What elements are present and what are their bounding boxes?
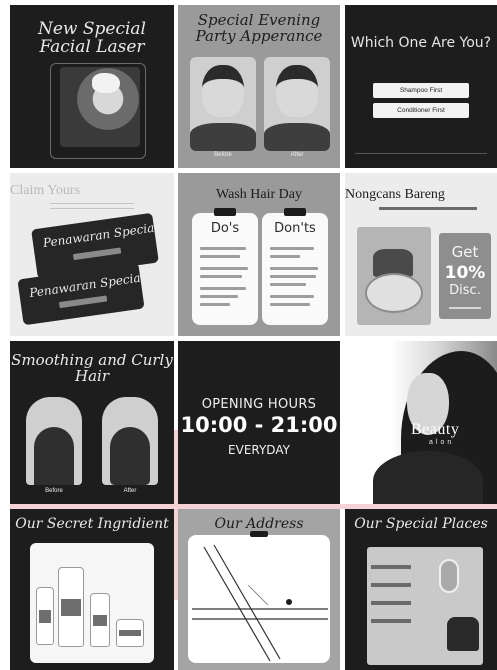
hours-label: OPENING HOURS bbox=[201, 397, 317, 412]
text-line bbox=[200, 275, 242, 278]
discount-get: Get bbox=[451, 243, 479, 261]
post-title: Our Address bbox=[214, 516, 304, 532]
card-clip bbox=[250, 531, 268, 537]
discount-label: Disc. bbox=[449, 283, 481, 298]
discount-percent: 10% bbox=[444, 263, 486, 283]
before-caption: Before bbox=[214, 152, 232, 158]
voucher-button bbox=[72, 247, 122, 261]
location-pin-icon bbox=[286, 599, 292, 605]
fine-print bbox=[449, 307, 481, 309]
before-caption: Before bbox=[45, 488, 63, 494]
donts-card: Don'ts bbox=[262, 208, 328, 325]
post-claim-yours[interactable]: Claim Yours Penawaran Special Penawaran … bbox=[10, 173, 174, 336]
post-title: Claim Yours bbox=[10, 183, 81, 198]
text-line bbox=[270, 255, 300, 258]
text-line bbox=[270, 267, 318, 270]
shelf bbox=[371, 583, 411, 587]
hair-shape bbox=[110, 427, 150, 485]
text-line bbox=[200, 295, 238, 298]
post-brand-portrait[interactable]: Beauty alon bbox=[345, 341, 497, 504]
post-title: Our Secret Ingridient bbox=[15, 516, 169, 532]
subtitle-lines bbox=[50, 203, 134, 209]
text-line bbox=[200, 247, 246, 250]
brand-logo: Beauty bbox=[411, 421, 460, 438]
map-roads bbox=[192, 544, 328, 662]
donts-heading: Don'ts bbox=[274, 221, 316, 236]
post-title: New Special Facial Laser bbox=[37, 19, 146, 57]
card-clip bbox=[284, 208, 306, 216]
text-line bbox=[270, 303, 310, 306]
voucher-button bbox=[58, 295, 108, 309]
portrait-body bbox=[373, 451, 483, 504]
spray-bottle-icon bbox=[36, 587, 54, 645]
text-line bbox=[200, 267, 248, 270]
pump-bottle-icon bbox=[58, 567, 84, 647]
post-facial-laser[interactable]: New Special Facial Laser bbox=[10, 5, 174, 168]
text-line bbox=[270, 295, 314, 298]
post-wash-hair-day[interactable]: Wash Hair Day Do's Don'ts bbox=[178, 173, 340, 336]
discount-card: Get 10% Disc. bbox=[439, 233, 491, 319]
option-shampoo-first[interactable]: Shampoo First bbox=[373, 83, 469, 98]
portrait-face bbox=[276, 65, 318, 117]
post-title: Our Special Places bbox=[354, 516, 488, 532]
post-title: Smoothing and Curly Hair bbox=[11, 351, 173, 385]
after-photo bbox=[264, 57, 330, 151]
post-opening-hours[interactable]: OPENING HOURS 10:00 - 21:00 EVERYDAY bbox=[178, 341, 340, 504]
card-clip bbox=[214, 208, 236, 216]
bowl-icon bbox=[365, 273, 423, 313]
text-line bbox=[270, 247, 314, 250]
salon-chair-icon bbox=[447, 617, 479, 651]
portrait-face bbox=[202, 65, 244, 117]
hair-shape bbox=[34, 427, 74, 485]
shelf bbox=[371, 565, 411, 569]
shelf bbox=[371, 601, 411, 605]
post-evening-party[interactable]: Special Evening Party Apperance Before A… bbox=[178, 5, 340, 168]
option-conditioner-first[interactable]: Conditioner First bbox=[373, 103, 469, 118]
text-line bbox=[200, 287, 246, 290]
text-line bbox=[200, 303, 230, 306]
voucher-title: Penawaran Special bbox=[42, 220, 159, 251]
post-our-address[interactable]: Our Address bbox=[178, 509, 340, 670]
brand-subline: alon bbox=[429, 439, 455, 446]
salon-photo bbox=[367, 547, 483, 665]
mirror-icon bbox=[439, 559, 459, 593]
after-caption: After bbox=[123, 488, 137, 494]
jar-icon bbox=[116, 619, 144, 647]
text-line bbox=[270, 283, 306, 286]
post-nongcans-bareng[interactable]: Nongcans Bareng Get 10% Disc. bbox=[345, 173, 497, 336]
subtitle-line bbox=[379, 207, 477, 210]
bottle-icon bbox=[90, 593, 110, 647]
post-secret-ingredient[interactable]: Our Secret Ingridient bbox=[10, 509, 174, 670]
dos-card: Do's bbox=[192, 208, 258, 325]
post-grid: New Special Facial Laser Special Evening… bbox=[0, 0, 497, 670]
voucher-title: Penawaran Special bbox=[28, 270, 146, 301]
post-which-one[interactable]: Which One Are You? Shampoo First Conditi… bbox=[345, 5, 497, 168]
portrait-shoulders bbox=[264, 123, 330, 151]
post-smoothing-curly[interactable]: Smoothing and Curly Hair Before After bbox=[10, 341, 174, 504]
before-photo bbox=[190, 57, 256, 151]
hours-days: EVERYDAY bbox=[228, 443, 290, 457]
address-map bbox=[188, 535, 330, 663]
post-title: Which One Are You? bbox=[350, 35, 492, 51]
hours-time: 10:00 - 21:00 bbox=[180, 413, 338, 437]
product-photo bbox=[30, 543, 154, 663]
post-title: Special Evening Party Apperance bbox=[195, 11, 323, 45]
portrait-shoulders bbox=[190, 123, 256, 151]
divider bbox=[355, 153, 487, 154]
shelf bbox=[371, 619, 411, 623]
text-line bbox=[270, 275, 316, 278]
post-title: Wash Hair Day bbox=[216, 187, 302, 202]
text-line bbox=[200, 255, 240, 258]
after-photo bbox=[102, 397, 158, 485]
before-photo bbox=[26, 397, 82, 485]
dos-heading: Do's bbox=[210, 221, 240, 236]
post-special-places[interactable]: Our Special Places bbox=[345, 509, 497, 670]
face-mask-icon bbox=[92, 73, 120, 93]
post-title: Nongcans Bareng bbox=[345, 187, 445, 202]
after-caption: After bbox=[290, 152, 304, 158]
